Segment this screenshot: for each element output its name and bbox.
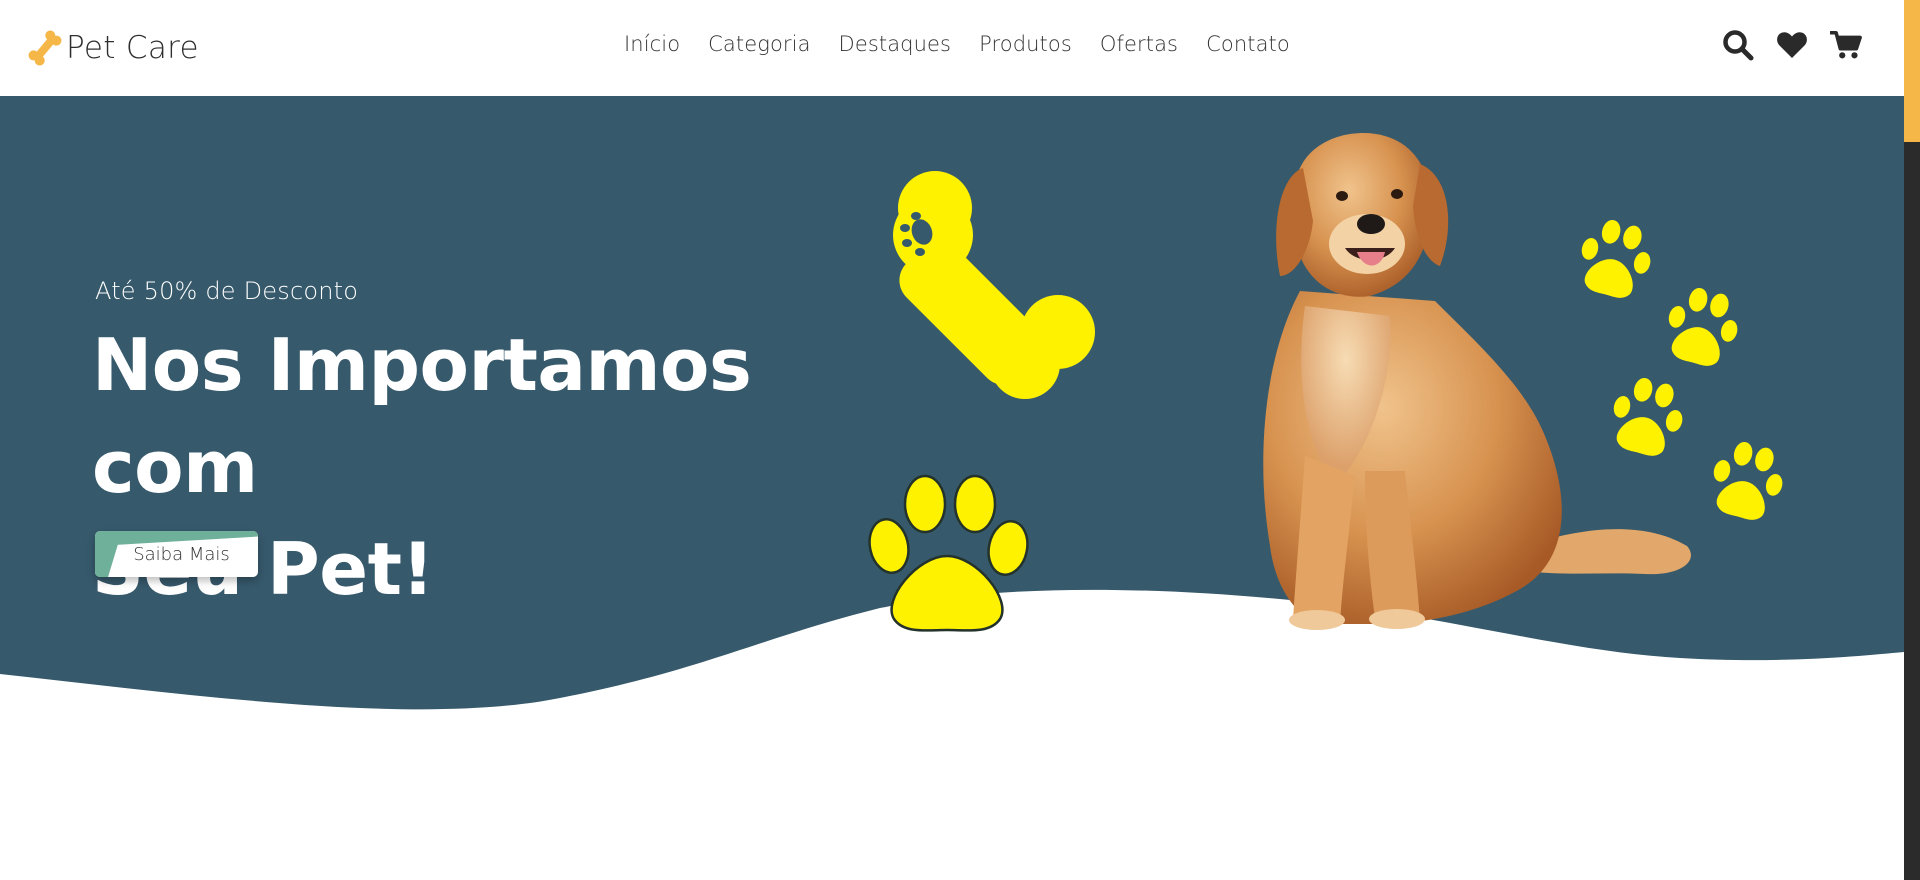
logo[interactable]: Pet Care bbox=[26, 26, 199, 70]
bone-paw-illustration bbox=[893, 171, 1095, 399]
nav-item-ofertas[interactable]: Ofertas bbox=[1086, 32, 1192, 56]
header-icons bbox=[1722, 28, 1862, 62]
search-icon[interactable] bbox=[1722, 28, 1754, 62]
site-header: Pet Care Início Categoria Destaques Prod… bbox=[0, 0, 1904, 96]
heart-icon[interactable] bbox=[1776, 28, 1808, 62]
hero-title-line-1: Nos Importamos com bbox=[92, 323, 752, 509]
nav-item-destaques[interactable]: Destaques bbox=[825, 32, 966, 56]
nav-item-produtos[interactable]: Produtos bbox=[965, 32, 1086, 56]
nav-item-inicio[interactable]: Início bbox=[610, 32, 694, 56]
paw-print-small-4 bbox=[1713, 441, 1783, 520]
saiba-mais-button[interactable]: Saiba Mais bbox=[95, 531, 258, 577]
cart-icon[interactable] bbox=[1830, 28, 1862, 62]
scrollbar-thumb[interactable] bbox=[1904, 0, 1920, 142]
main-nav: Início Categoria Destaques Produtos Ofer… bbox=[610, 32, 1304, 56]
nav-item-contato[interactable]: Contato bbox=[1192, 32, 1304, 56]
page-scrollbar[interactable] bbox=[1904, 0, 1920, 880]
brand-name: Pet Care bbox=[66, 30, 199, 66]
paw-print-large bbox=[868, 474, 1029, 632]
saiba-mais-label: Saiba Mais bbox=[133, 543, 230, 565]
hero-banner: Até 50% de Desconto Nos Importamos com S… bbox=[0, 96, 1904, 756]
hero-subtitle: Até 50% de Desconto bbox=[95, 277, 359, 305]
bone-icon bbox=[28, 30, 62, 66]
nav-item-categoria[interactable]: Categoria bbox=[694, 32, 824, 56]
